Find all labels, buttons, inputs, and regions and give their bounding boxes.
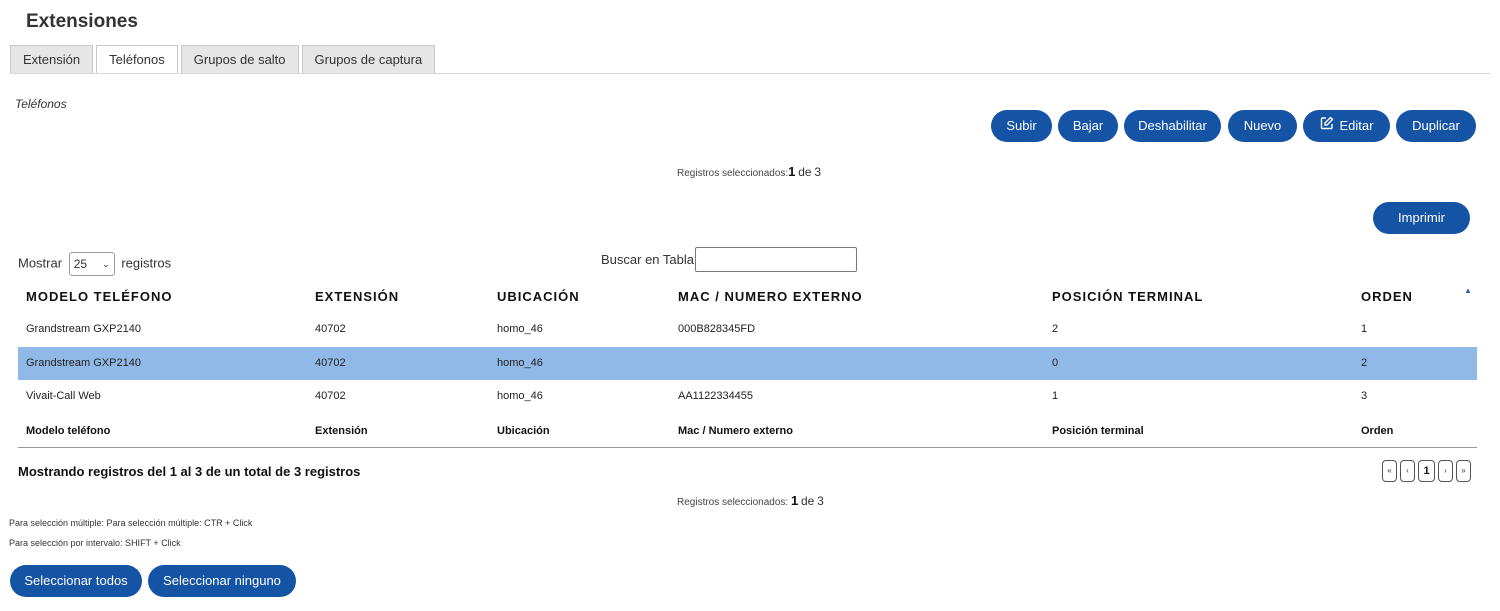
cell-location: homo_46 — [497, 390, 543, 402]
cell-position: 1 — [1052, 390, 1059, 402]
cell-model: Grandstream GXP2140 — [26, 323, 141, 335]
section-label: Teléfonos — [15, 97, 67, 111]
column-header-extension[interactable]: EXTENSIÓN — [315, 289, 399, 304]
table-row[interactable]: Grandstream GXP2140 40702 homo_46 000B82… — [18, 313, 1477, 346]
select-all-button[interactable]: Seleccionar todos — [10, 565, 142, 597]
cell-position: 0 — [1052, 357, 1059, 369]
selected-records-total: 3 — [814, 165, 822, 179]
tab-bar: Extensión Teléfonos Grupos de salto Grup… — [10, 45, 438, 74]
selected-records-of: de — [800, 494, 815, 508]
column-footer-mac: Mac / Numero externo — [678, 425, 793, 437]
selected-records-label: Registros seleccionados: — [677, 168, 789, 179]
page-length-control: Mostrar 25 ⌄ registros — [18, 252, 171, 276]
next-page-button[interactable]: › — [1438, 460, 1453, 482]
cell-extension: 40702 — [315, 323, 346, 335]
column-footer-position: Posición terminal — [1052, 425, 1144, 437]
current-page-button[interactable]: 1 — [1418, 460, 1435, 482]
edit-icon — [1320, 110, 1334, 142]
selected-records-top: Registros seleccionados:1 de 3 — [677, 164, 821, 179]
range-select-hint: Para selección por intervalo: SHIFT + Cl… — [9, 538, 181, 548]
table-info: Mostrando registros del 1 al 3 de un tot… — [18, 464, 361, 479]
last-page-button[interactable]: » — [1456, 460, 1471, 482]
previous-page-button[interactable]: ‹ — [1400, 460, 1415, 482]
tab-hunt-groups[interactable]: Grupos de salto — [180, 45, 299, 73]
search-input[interactable] — [695, 247, 857, 272]
select-none-button[interactable]: Seleccionar ninguno — [148, 565, 296, 597]
cell-position: 2 — [1052, 323, 1059, 335]
selected-records-total: 3 — [817, 494, 824, 508]
tab-pickup-groups[interactable]: Grupos de captura — [301, 45, 436, 73]
edit-button[interactable]: Editar — [1303, 110, 1390, 142]
selected-records-of: de — [798, 165, 812, 179]
table-row-selected[interactable]: Grandstream GXP2140 40702 homo_46 0 2 — [18, 347, 1477, 380]
cell-mac: AA1122334455 — [678, 390, 754, 402]
pagination: « ‹ 1 › » — [1382, 460, 1474, 482]
cell-model: Grandstream GXP2140 — [26, 357, 141, 369]
chevron-down-icon: ⌄ — [102, 259, 110, 269]
column-footer-model: Modelo teléfono — [26, 425, 111, 437]
column-header-location[interactable]: UBICACIÓN — [497, 289, 580, 304]
records-label: registros — [121, 255, 172, 271]
cell-model: Vivait-Call Web — [26, 390, 101, 402]
cell-extension: 40702 — [315, 357, 346, 369]
selected-records-label: Registros seleccionados: — [677, 497, 791, 508]
sort-ascending-icon[interactable]: ▲ — [1464, 286, 1472, 295]
page-length-value: 25 — [73, 257, 88, 271]
disable-button[interactable]: Deshabilitar — [1124, 110, 1221, 142]
selected-records-count: 1 — [790, 493, 799, 508]
edit-button-label: Editar — [1339, 118, 1374, 133]
cell-order: 2 — [1361, 357, 1368, 369]
multi-select-hint: Para selección múltiple: Para selección … — [9, 518, 253, 528]
selected-records-bottom: Registros seleccionados: 1 de 3 — [677, 493, 824, 508]
move-up-button[interactable]: Subir — [991, 110, 1052, 142]
table-footer-divider — [18, 447, 1477, 448]
table-row[interactable]: Vivait-Call Web 40702 homo_46 AA11223344… — [18, 380, 1477, 413]
tab-phones[interactable]: Teléfonos — [96, 45, 178, 74]
column-footer-extension: Extensión — [315, 425, 368, 437]
cell-mac: 000B828345FD — [678, 323, 756, 335]
column-footer-location: Ubicación — [497, 425, 550, 437]
show-label: Mostrar — [18, 255, 63, 271]
selected-records-count: 1 — [788, 164, 796, 179]
page-length-select[interactable]: 25 ⌄ — [68, 252, 115, 276]
move-down-button[interactable]: Bajar — [1058, 110, 1118, 142]
cell-location: homo_46 — [497, 357, 543, 369]
column-header-model[interactable]: MODELO TELÉFONO — [26, 289, 172, 304]
cell-extension: 40702 — [315, 390, 346, 402]
column-header-position[interactable]: POSICIÓN TERMINAL — [1052, 289, 1203, 304]
new-button[interactable]: Nuevo — [1228, 110, 1297, 142]
duplicate-button[interactable]: Duplicar — [1396, 110, 1476, 142]
tab-divider — [10, 73, 1490, 74]
print-button[interactable]: Imprimir — [1373, 202, 1470, 234]
column-header-mac[interactable]: MAC / NUMERO EXTERNO — [678, 289, 863, 304]
tab-extension[interactable]: Extensión — [10, 45, 94, 73]
column-header-order[interactable]: ORDEN — [1361, 289, 1413, 304]
cell-order: 1 — [1361, 323, 1368, 335]
page-title: Extensiones — [26, 11, 138, 32]
cell-order: 3 — [1361, 390, 1368, 402]
cell-location: homo_46 — [497, 323, 543, 335]
column-footer-order: Orden — [1361, 425, 1394, 437]
search-label: Buscar en Tabla: — [601, 252, 698, 267]
first-page-button[interactable]: « — [1382, 460, 1397, 482]
